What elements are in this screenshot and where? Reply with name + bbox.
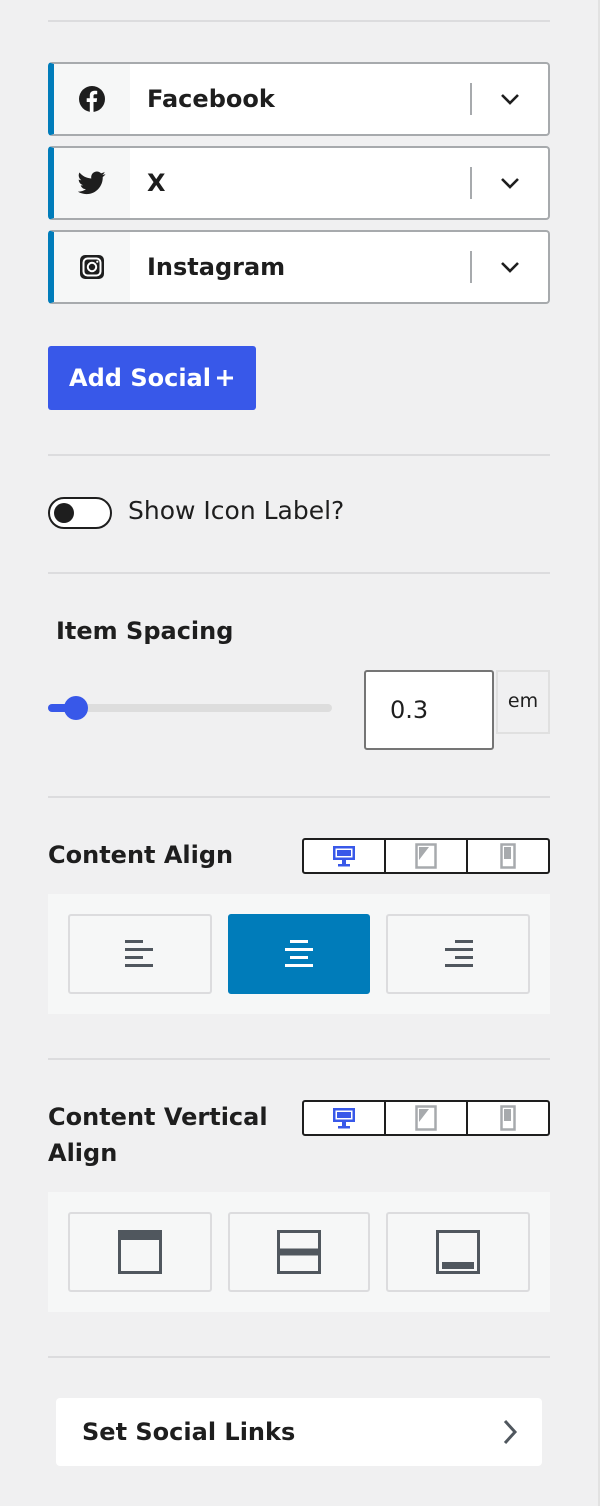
desktop-icon bbox=[333, 1108, 355, 1129]
valign-middle-button[interactable] bbox=[228, 1212, 370, 1292]
valign-bottom-icon bbox=[436, 1230, 480, 1274]
align-left-icon bbox=[125, 940, 153, 967]
align-left-button[interactable] bbox=[68, 914, 212, 994]
plus-icon bbox=[216, 370, 233, 386]
content-vertical-align-title-line2: Align bbox=[48, 1139, 118, 1167]
social-item-label: X bbox=[147, 169, 166, 197]
desktop-icon bbox=[333, 846, 355, 867]
chevron-right-icon bbox=[503, 1419, 518, 1445]
device-desktop-button[interactable] bbox=[304, 840, 384, 872]
show-icon-label-toggle[interactable] bbox=[48, 497, 112, 529]
valign-middle-icon bbox=[277, 1230, 321, 1274]
align-right-icon bbox=[445, 940, 473, 967]
tablet-icon bbox=[415, 843, 437, 869]
content-align-title: Content Align bbox=[48, 841, 234, 869]
valign-top-button[interactable] bbox=[68, 1212, 212, 1292]
device-desktop-button[interactable] bbox=[304, 1102, 384, 1134]
align-right-button[interactable] bbox=[386, 914, 530, 994]
chevron-down-icon bbox=[501, 94, 519, 105]
add-social-label: Add Social bbox=[69, 364, 211, 392]
facebook-icon bbox=[79, 86, 105, 112]
slider-thumb[interactable] bbox=[64, 696, 88, 720]
content-align-panel bbox=[48, 894, 550, 1014]
expand-toggle[interactable] bbox=[472, 64, 548, 134]
twitter-bird-icon bbox=[78, 171, 106, 195]
item-spacing-input[interactable] bbox=[364, 670, 494, 750]
set-social-links-label: Set Social Links bbox=[82, 1418, 296, 1446]
instagram-icon bbox=[80, 255, 104, 279]
valign-bottom-button[interactable] bbox=[386, 1212, 530, 1292]
mobile-icon bbox=[500, 1105, 516, 1131]
section-divider bbox=[48, 796, 550, 798]
item-spacing-title: Item Spacing bbox=[56, 617, 234, 645]
content-vertical-align-title-line1: Content Vertical bbox=[48, 1103, 268, 1131]
content-vertical-align-title: Content Vertical Align bbox=[48, 1099, 268, 1171]
twitter-icon-cell bbox=[54, 148, 130, 218]
social-item-label: Facebook bbox=[147, 85, 275, 113]
top-divider bbox=[48, 20, 550, 22]
toggle-knob bbox=[54, 503, 74, 523]
social-item-facebook[interactable]: Facebook bbox=[48, 62, 550, 136]
mobile-icon bbox=[500, 843, 516, 869]
device-mobile-button[interactable] bbox=[466, 1102, 548, 1134]
item-spacing-slider[interactable] bbox=[48, 696, 332, 720]
content-align-device-switcher bbox=[302, 838, 550, 874]
social-item-x[interactable]: X bbox=[48, 146, 550, 220]
chevron-down-icon bbox=[501, 262, 519, 273]
social-item-instagram[interactable]: Instagram bbox=[48, 230, 550, 304]
tablet-icon bbox=[415, 1105, 437, 1131]
section-divider bbox=[48, 572, 550, 574]
section-divider bbox=[48, 454, 550, 456]
chevron-down-icon bbox=[501, 178, 519, 189]
social-item-label: Instagram bbox=[147, 253, 286, 281]
facebook-icon-cell bbox=[54, 64, 130, 134]
section-divider bbox=[48, 1058, 550, 1060]
show-icon-label-text: Show Icon Label? bbox=[128, 496, 345, 525]
device-tablet-button[interactable] bbox=[384, 840, 466, 872]
expand-toggle[interactable] bbox=[472, 148, 548, 218]
unit-selector[interactable]: em bbox=[496, 670, 550, 734]
section-divider bbox=[48, 1356, 550, 1358]
vertical-align-panel bbox=[48, 1192, 550, 1312]
valign-top-icon bbox=[118, 1230, 162, 1274]
instagram-icon-cell bbox=[54, 232, 130, 302]
add-social-button[interactable]: Add Social bbox=[48, 346, 256, 410]
align-center-icon bbox=[285, 940, 313, 967]
device-mobile-button[interactable] bbox=[466, 840, 548, 872]
vertical-align-device-switcher bbox=[302, 1100, 550, 1136]
align-center-button[interactable] bbox=[228, 914, 370, 994]
set-social-links-button[interactable]: Set Social Links bbox=[56, 1398, 542, 1466]
expand-toggle[interactable] bbox=[472, 232, 548, 302]
device-tablet-button[interactable] bbox=[384, 1102, 466, 1134]
